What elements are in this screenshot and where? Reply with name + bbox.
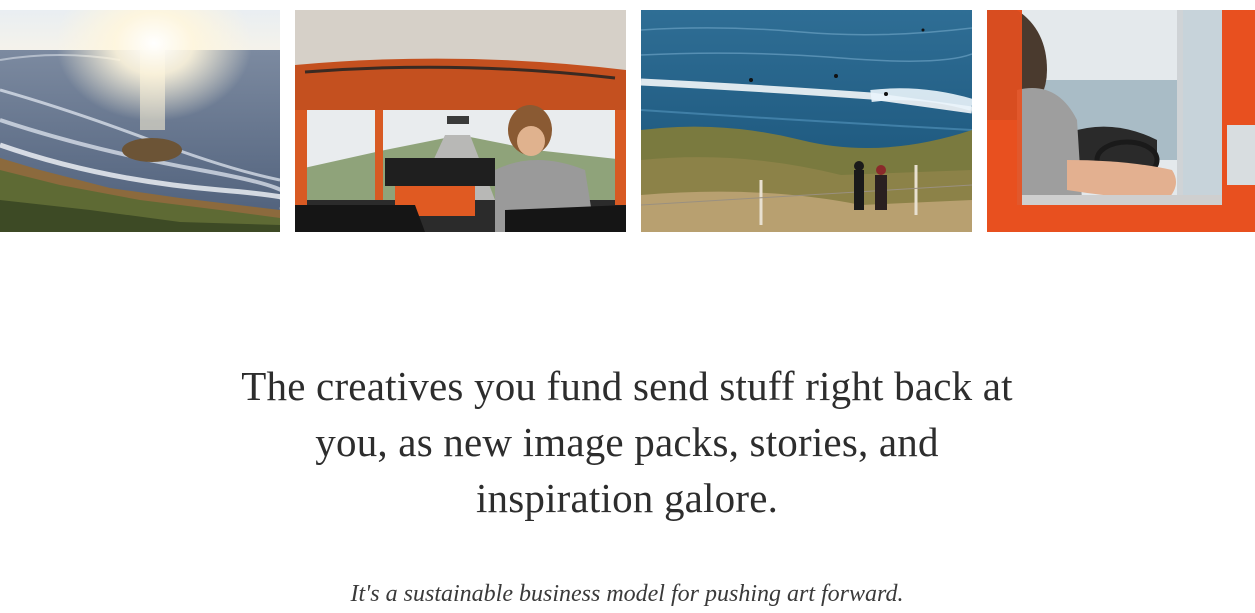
orange-van-image (987, 10, 1255, 232)
headline: The creatives you fund send stuff right … (241, 363, 1013, 521)
orange-van-window-arm-photo[interactable] (987, 10, 1255, 232)
photo-gallery (0, 10, 1255, 232)
coastal-sunset-image (0, 10, 280, 232)
tagline: It's a sustainable business model for pu… (350, 581, 904, 607)
surfers-ocean-coast-photo[interactable] (641, 10, 972, 232)
surfers-ocean-image (641, 10, 972, 232)
coastal-sunset-photo[interactable] (0, 10, 280, 232)
van-interior-driving-photo[interactable] (295, 10, 626, 232)
van-interior-image (295, 10, 626, 232)
